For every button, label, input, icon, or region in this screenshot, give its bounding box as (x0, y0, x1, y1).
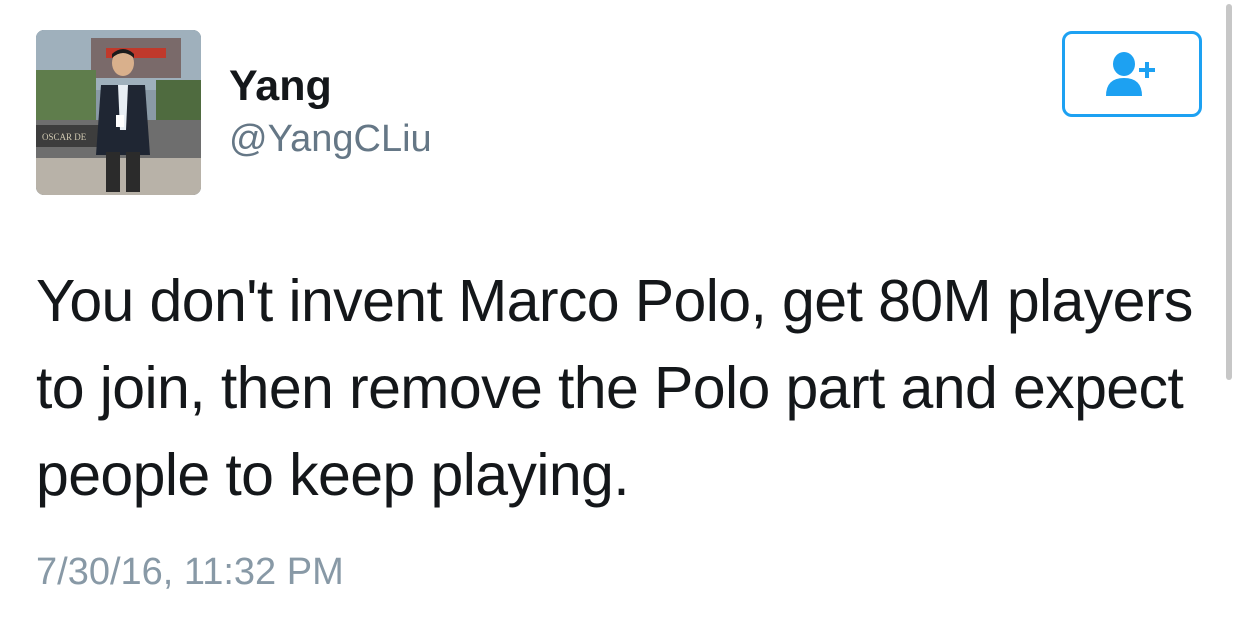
avatar-photo: OSCAR DE (36, 30, 201, 195)
tweet-text: You don't invent Marco Polo, get 80M pla… (36, 268, 1193, 508)
avatar[interactable]: OSCAR DE (36, 30, 201, 195)
display-name[interactable]: Yang (229, 60, 332, 112)
avatar-sign-text: OSCAR DE (42, 132, 87, 142)
user-handle[interactable]: @YangCLiu (229, 116, 432, 162)
tweet-timestamp[interactable]: 7/30/16, 11:32 PM (36, 547, 344, 597)
scrollbar[interactable] (1226, 4, 1232, 380)
person-add-icon (1106, 52, 1155, 96)
follow-button[interactable] (1062, 31, 1202, 117)
